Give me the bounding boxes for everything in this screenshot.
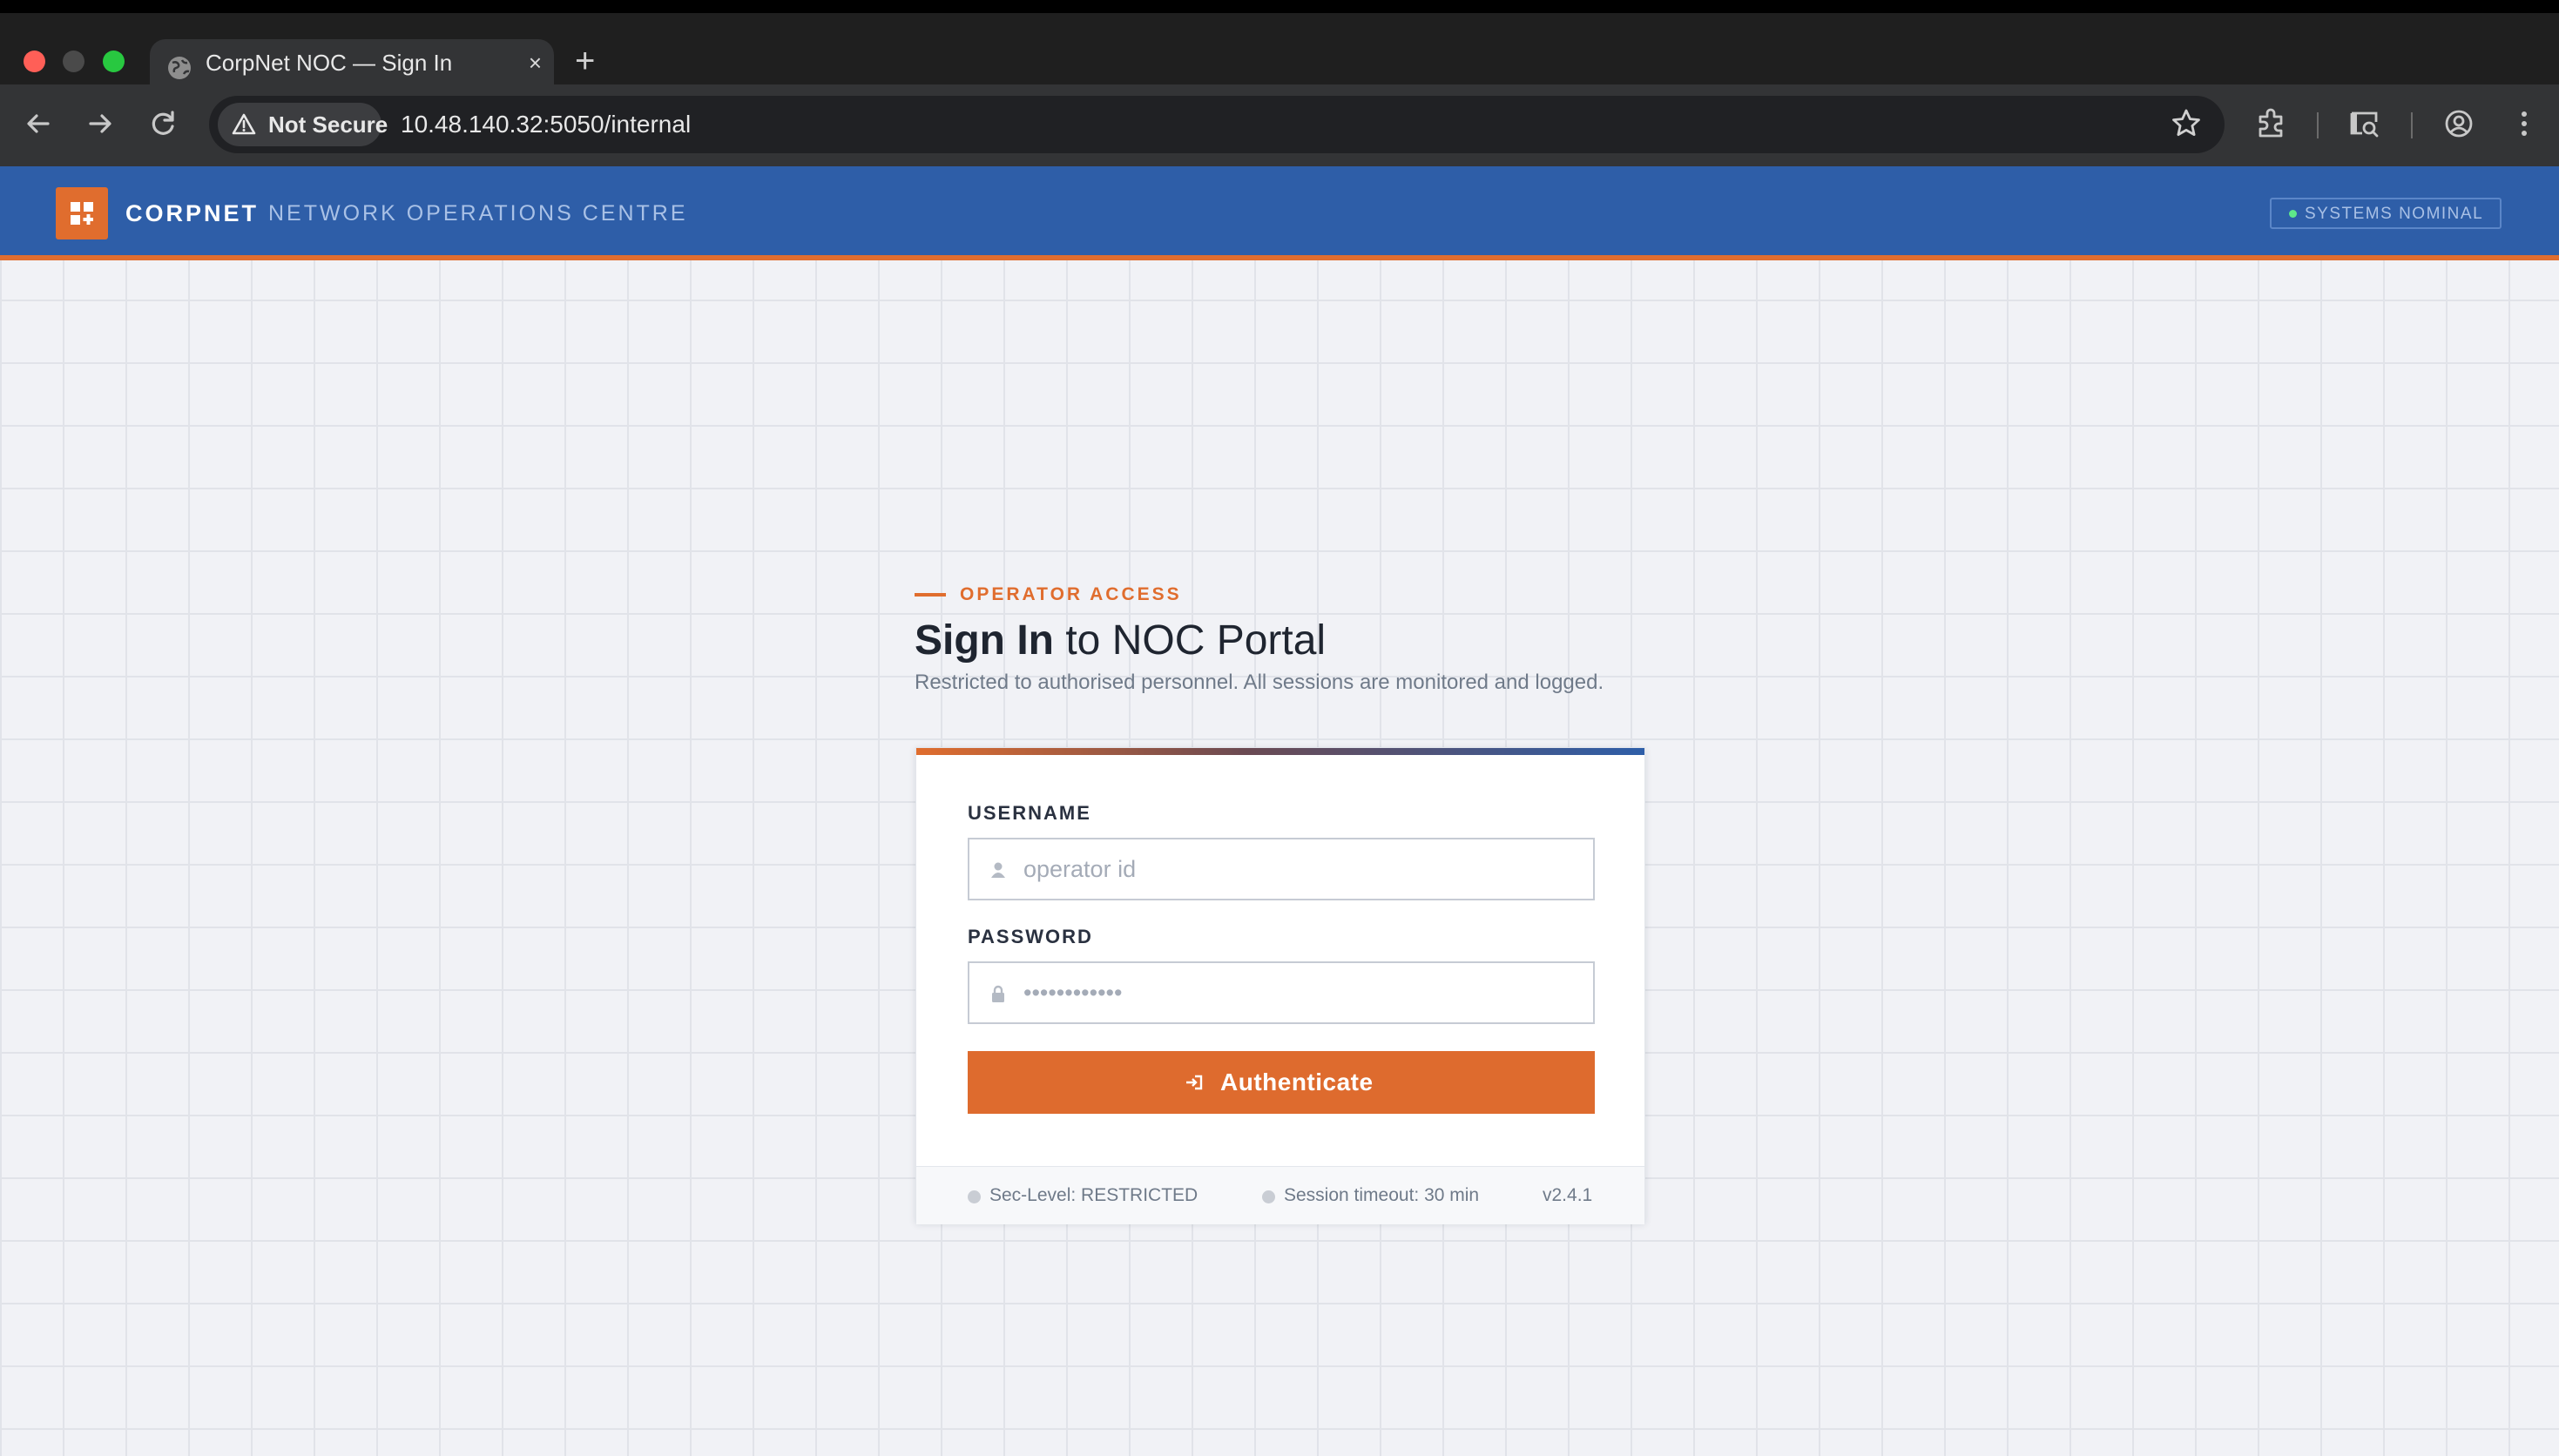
session-timeout-text: Session timeout: 30 min	[1284, 1185, 1480, 1205]
globe-icon	[168, 57, 191, 79]
browser-toolbar: Not Secure 10.48.140.32:5050/internal	[0, 84, 2559, 166]
brand-subtitle: NETWORK OPERATIONS CENTRE	[268, 201, 688, 226]
username-field[interactable]	[968, 838, 1595, 900]
sec-level-dot-icon	[968, 1190, 981, 1203]
card-accent-bar	[916, 748, 1644, 755]
browser-tab-strip: CorpNet NOC — Sign In × +	[0, 13, 2559, 98]
address-bar[interactable]: Not Secure 10.48.140.32:5050/internal	[209, 96, 2225, 153]
page-subtitle: Restricted to authorised personnel. All …	[915, 671, 1604, 694]
url-text[interactable]: 10.48.140.32:5050/internal	[401, 96, 691, 153]
back-arrow-icon[interactable]	[19, 104, 57, 143]
close-window-button[interactable]	[24, 51, 45, 72]
username-input[interactable]	[1023, 839, 1563, 899]
toolbar-divider	[2317, 112, 2319, 138]
corpnet-logo[interactable]	[56, 187, 108, 239]
profile-account-icon[interactable]	[2440, 104, 2478, 143]
lock-icon	[992, 985, 1004, 1002]
password-label: PASSWORD	[968, 926, 1093, 947]
tab-close-icon[interactable]: ×	[529, 39, 542, 87]
system-status-badge: SYSTEMS NOMINAL	[2270, 198, 2502, 229]
tab-search-icon[interactable]	[2345, 104, 2383, 143]
page-title-rest: to NOC Portal	[1053, 617, 1327, 664]
eyebrow-accent-line	[915, 593, 946, 597]
status-dot-icon	[2289, 210, 2297, 218]
operator-access-eyebrow: OPERATOR ACCESS	[960, 584, 1182, 604]
username-label: USERNAME	[968, 802, 1091, 824]
session-timeout-dot-icon	[1262, 1190, 1275, 1203]
reload-icon[interactable]	[145, 104, 183, 143]
version-text: v2.4.1	[1543, 1185, 1593, 1205]
forward-arrow-icon[interactable]	[81, 104, 119, 143]
card-footer: Sec-Level: RESTRICTED Session timeout: 3…	[916, 1166, 1644, 1224]
extensions-puzzle-icon[interactable]	[2252, 104, 2291, 143]
browser-menu-dots-icon[interactable]	[2505, 104, 2543, 143]
brand-name: CORPNET	[125, 200, 260, 226]
not-secure-label: Not Secure	[268, 111, 388, 138]
bookmark-star-icon[interactable]	[2169, 106, 2204, 141]
app-header: CORPNET NETWORK OPERATIONS CENTRE SYSTEM…	[0, 166, 2559, 260]
user-icon	[991, 862, 1005, 878]
site-security-chip[interactable]: Not Secure	[218, 103, 388, 146]
new-tab-button[interactable]: +	[575, 37, 595, 85]
login-icon	[1186, 1075, 1203, 1090]
system-status-text: SYSTEMS NOMINAL	[2305, 205, 2484, 223]
password-field[interactable]	[968, 961, 1595, 1024]
password-input[interactable]	[1023, 963, 1563, 1022]
minimize-window-button[interactable]	[63, 51, 84, 72]
authenticate-button[interactable]: Authenticate	[968, 1051, 1595, 1114]
sec-level-text: Sec-Level: RESTRICTED	[989, 1185, 1198, 1205]
maximize-window-button[interactable]	[103, 51, 125, 72]
authenticate-label: Authenticate	[1220, 1068, 1374, 1095]
grid-logo-icon	[71, 202, 93, 225]
toolbar-divider	[2411, 112, 2413, 138]
warning-triangle-icon	[232, 113, 256, 135]
login-card: USERNAME PASSWORD Authenticate Sec-Level…	[915, 747, 1645, 1224]
page-title: Sign In to NOC Portal	[915, 615, 1326, 667]
window-top-edge	[0, 0, 2559, 13]
page-title-strong: Sign In	[915, 617, 1054, 664]
tab-title: CorpNet NOC — Sign In	[206, 50, 453, 76]
